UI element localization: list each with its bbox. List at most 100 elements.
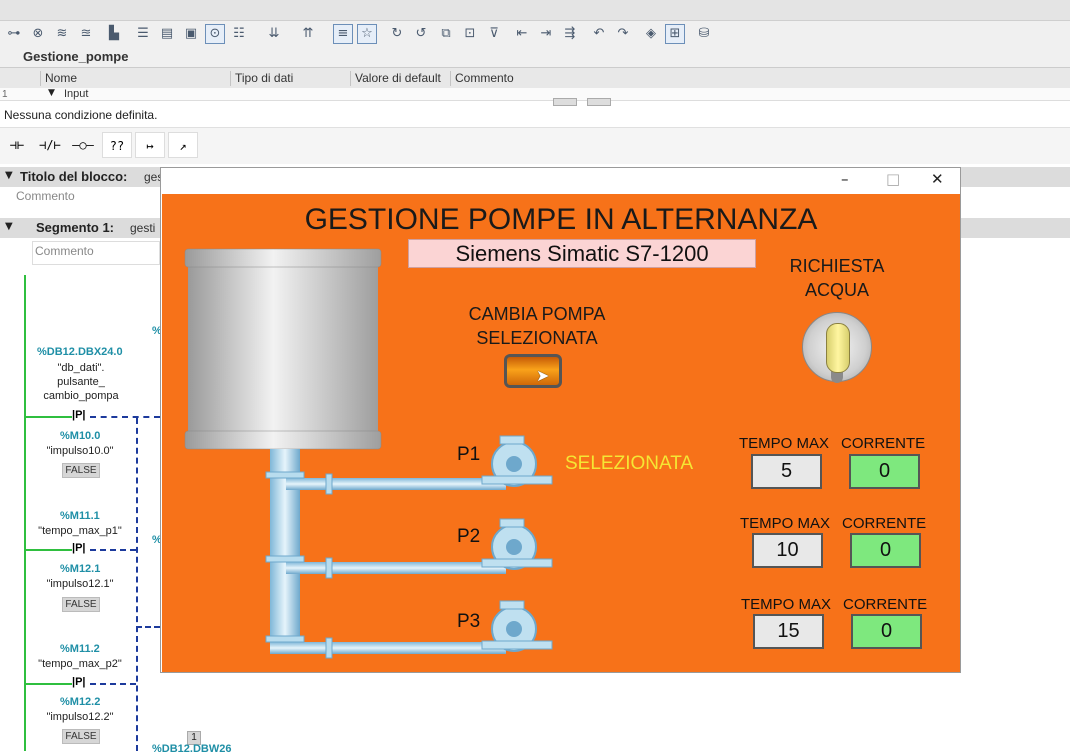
interface-header: Nome Tipo di dati Valore di default Comm…	[0, 67, 1070, 89]
coil-icon[interactable]: –○–	[68, 132, 98, 158]
block-comment[interactable]: Commento	[16, 189, 75, 203]
p-contact[interactable]: |P|	[72, 409, 86, 421]
branch-open-icon[interactable]: ↦	[135, 132, 165, 158]
network-comments-icon[interactable]: ▤	[157, 24, 177, 44]
operand-tag: "impulso12.2"	[46, 711, 114, 723]
row-name: Input	[64, 88, 89, 100]
indent-icon[interactable]: ⇤	[512, 24, 532, 44]
empty-box-icon[interactable]: ??	[102, 132, 132, 158]
go-to-previous-icon[interactable]: ⇈	[298, 24, 318, 44]
max-time-field-p3[interactable]: 15	[753, 614, 824, 649]
upload-icon[interactable]: ↺	[411, 24, 431, 44]
current-label: CORRENTE	[843, 596, 928, 613]
collapse-icon[interactable]: ▼	[5, 221, 13, 232]
insert-network-icon[interactable]: ⊶	[4, 24, 24, 44]
max-time-field-p1[interactable]: 5	[751, 454, 822, 489]
splitter-up[interactable]	[553, 98, 577, 106]
editor-toolbar: ⊶ ⊗ ≋ ≊ ▙ ☰ ▤ ▣ ⊙ ☷ ⇊ ⇈ ≡ ☆ ↻ ↺ ⧉ ⊡ ⊽ ⇤ …	[0, 21, 1070, 47]
pump-p2-icon	[481, 518, 553, 570]
hmi-title: GESTIONE POMPE IN ALTERNANZA	[304, 203, 818, 236]
signal-wire	[90, 549, 136, 551]
signal-wire	[90, 683, 136, 685]
change-pump-label: CAMBIA POMPA SELEZIONATA	[468, 304, 606, 348]
minimize-icon[interactable]: –	[841, 170, 849, 188]
collapse-icon[interactable]: ▼	[5, 170, 13, 181]
splitter-down[interactable]	[587, 98, 611, 106]
block-name-bar: Gestione_pompe	[0, 47, 1070, 67]
operand-address: %M10.0	[60, 430, 101, 442]
add-row-icon[interactable]: ≊	[76, 24, 96, 44]
operand-tag: "tempo_max_p1"	[38, 525, 122, 537]
condition-text: Nessuna condizione definita.	[4, 108, 158, 122]
view-icon[interactable]: ⊞	[665, 24, 685, 44]
expand-icon[interactable]: ▼	[48, 88, 55, 98]
top-strip	[0, 0, 1070, 21]
pipe-p3	[270, 642, 506, 654]
absolute-operands-icon[interactable]: ☰	[133, 24, 153, 44]
water-request-label: RICHIESTA ACQUA	[789, 256, 885, 300]
tag-icon[interactable]: ◈	[641, 24, 661, 44]
block-name: Gestione_pompe	[23, 49, 129, 64]
pump-label-p3: P3	[457, 611, 481, 632]
segment-comment: Commento	[35, 244, 94, 258]
open-all-networks-icon[interactable]: ▣	[181, 24, 201, 44]
monitor-off-icon[interactable]: ↷	[613, 24, 633, 44]
close-icon[interactable]: ✕	[931, 170, 944, 188]
monitoring-icon[interactable]: ⊡	[460, 24, 480, 44]
current-field-p2: 0	[850, 533, 921, 568]
pump-p1-icon	[481, 435, 553, 487]
branch-close-icon[interactable]: ↗	[168, 132, 198, 158]
star-icon[interactable]: ☆	[357, 24, 377, 44]
outdent-icon[interactable]: ⇥	[536, 24, 556, 44]
signal-wire	[90, 416, 160, 418]
segment-comment-box[interactable]: Commento	[32, 241, 160, 265]
water-request-switch[interactable]	[802, 312, 872, 383]
copy-icon[interactable]: ▙	[104, 24, 124, 44]
wire	[26, 416, 72, 418]
align-icon[interactable]: ⇶	[560, 24, 580, 44]
insert-row-icon[interactable]: ≋	[52, 24, 72, 44]
block-title-label: Titolo del blocco:	[20, 169, 128, 184]
maximize-icon[interactable]: □	[886, 170, 900, 188]
operand-address: %M11.2	[60, 643, 100, 655]
current-label: CORRENTE	[841, 435, 926, 452]
operand-tag: "impulso10.0"	[46, 445, 114, 457]
row-index: 1	[2, 89, 8, 100]
segment-value: gesti	[130, 221, 156, 235]
status-value: FALSE	[62, 729, 100, 744]
column-name[interactable]: Nome	[40, 71, 231, 86]
database-icon[interactable]: ⛁	[694, 24, 714, 44]
go-to-next-icon[interactable]: ⇊	[264, 24, 284, 44]
pump-label-p2: P2	[457, 526, 481, 547]
p-contact[interactable]: |P|	[72, 676, 86, 688]
favorites-icon[interactable]: ⊙	[205, 24, 225, 44]
show-comment-icon[interactable]: ☷	[229, 24, 249, 44]
cursor-icon: ➤	[536, 366, 550, 385]
list-icon[interactable]: ≡	[333, 24, 353, 44]
no-contact-icon[interactable]: ⊣⊢	[2, 132, 32, 158]
max-time-label: TEMPO MAX	[740, 515, 831, 532]
compare-icon[interactable]: ⧉	[436, 24, 456, 44]
current-field-p3: 0	[851, 614, 922, 649]
change-pump-button[interactable]	[504, 354, 562, 388]
current-label: CORRENTE	[842, 515, 927, 532]
max-time-field-p2[interactable]: 10	[752, 533, 823, 568]
max-time-label: TEMPO MAX	[741, 596, 832, 613]
delete-network-icon[interactable]: ⊗	[28, 24, 48, 44]
column-datatype[interactable]: Tipo di dati	[230, 71, 351, 86]
pipe-p2	[286, 562, 506, 574]
interface-row[interactable]: 1 ▼ Input	[0, 88, 1070, 101]
signal-wire-vertical	[136, 418, 138, 751]
column-comment[interactable]: Commento	[450, 71, 753, 86]
monitor-on-icon[interactable]: ↶	[589, 24, 609, 44]
current-field-p1: 0	[849, 454, 920, 489]
column-default[interactable]: Valore di default	[350, 71, 451, 86]
download-icon[interactable]: ↻	[387, 24, 407, 44]
tank	[184, 248, 382, 450]
filter-icon[interactable]: ⊽	[484, 24, 504, 44]
p-contact[interactable]: |P|	[72, 542, 86, 554]
nc-contact-icon[interactable]: ⊣/⊢	[35, 132, 65, 158]
ladder-toolbar: ⊣⊢ ⊣/⊢ –○– ?? ↦ ↗	[0, 127, 1070, 164]
wire	[26, 549, 72, 551]
pump-p3-icon	[481, 600, 553, 652]
